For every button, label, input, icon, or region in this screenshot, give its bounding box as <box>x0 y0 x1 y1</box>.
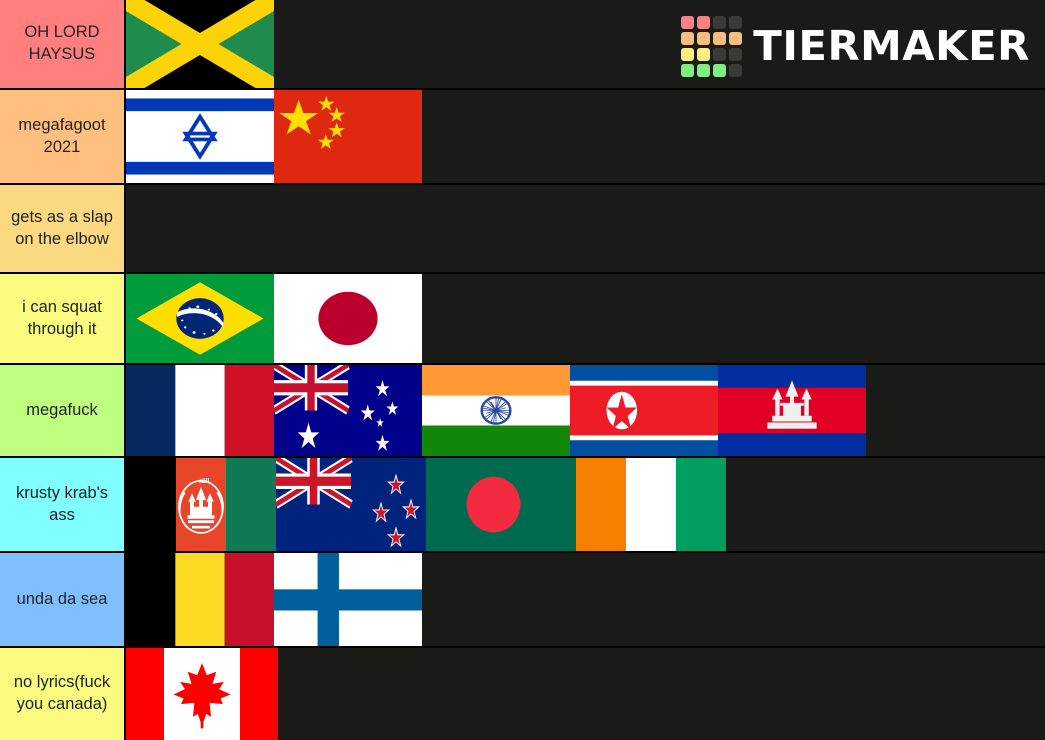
tier-label-1[interactable]: OH LORD HAYSUS <box>0 0 126 88</box>
tier-label-8[interactable]: no lyrics(fuck you canada) <box>0 648 126 740</box>
canada-flag[interactable] <box>126 648 278 740</box>
japan-flag[interactable] <box>274 274 422 363</box>
tier-items-4[interactable] <box>126 274 1045 363</box>
tier-row: megafuck <box>0 365 1045 458</box>
jamaica-flag[interactable] <box>126 0 274 88</box>
tiermaker-logo: TIERMAKER <box>680 16 1030 77</box>
tier-items-5[interactable] <box>126 365 1045 456</box>
tier-row: krusty krab's ass ﷲ <box>0 458 1045 553</box>
tier-label-4[interactable]: i can squat through it <box>0 274 126 363</box>
ivory-coast-flag[interactable] <box>576 458 726 551</box>
tier-row: i can squat through it <box>0 274 1045 365</box>
tier-label-2[interactable]: megafagoot 2021 <box>0 90 126 183</box>
israel-flag[interactable] <box>126 90 274 183</box>
logo-wordmark: TIERMAKER <box>753 22 1030 70</box>
tier-row: gets as a slap on the elbow <box>0 185 1045 274</box>
tier-row: no lyrics(fuck you canada) <box>0 648 1045 740</box>
tier-row: OH LORD HAYSUS TIERMAKER <box>0 0 1045 90</box>
tier-items-2[interactable] <box>126 90 1045 183</box>
tier-items-3[interactable] <box>126 185 1045 272</box>
tier-items-1[interactable]: TIERMAKER <box>126 0 1045 88</box>
china-flag[interactable] <box>274 90 422 183</box>
france-flag[interactable] <box>126 365 274 456</box>
bangladesh-flag[interactable] <box>426 458 576 551</box>
new-zealand-flag[interactable] <box>276 458 426 551</box>
tier-label-3[interactable]: gets as a slap on the elbow <box>0 185 126 272</box>
tier-row: unda da sea <box>0 553 1045 648</box>
cambodia-flag[interactable] <box>718 365 866 456</box>
tier-items-6[interactable]: ﷲ <box>126 458 1045 551</box>
afghanistan-flag[interactable]: ﷲ <box>126 458 276 551</box>
tier-row: megafagoot 2021 <box>0 90 1045 185</box>
australia-flag[interactable] <box>274 365 422 456</box>
tier-items-7[interactable] <box>126 553 1045 646</box>
logo-grid-icon <box>680 16 742 77</box>
brazil-flag[interactable] <box>126 274 274 363</box>
tier-list-container: OH LORD HAYSUS TIERMAKER megafagoot 2021… <box>0 0 1045 740</box>
tier-items-8[interactable] <box>126 648 1045 740</box>
tier-label-6[interactable]: krusty krab's ass <box>0 458 126 551</box>
tier-label-5[interactable]: megafuck <box>0 365 126 456</box>
north-korea-flag[interactable] <box>570 365 718 456</box>
tier-label-7[interactable]: unda da sea <box>0 553 126 646</box>
finland-flag[interactable] <box>274 553 422 646</box>
belgium-flag[interactable] <box>126 553 274 646</box>
india-flag[interactable] <box>422 365 570 456</box>
